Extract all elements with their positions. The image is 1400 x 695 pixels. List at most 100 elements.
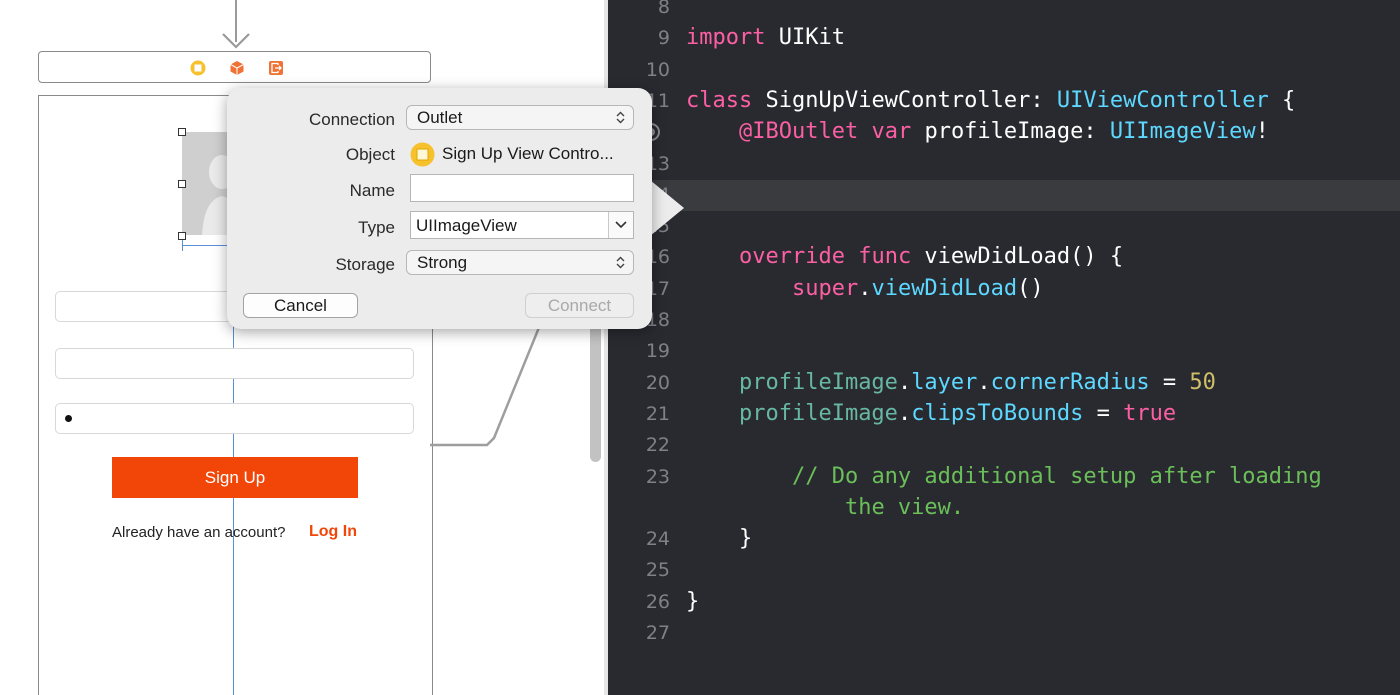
connect-button[interactable]: Connect — [525, 293, 634, 318]
code-token: profileImage — [738, 369, 898, 395]
code-line[interactable]: 15 — [608, 211, 1400, 242]
code-line[interactable]: 13 — [608, 149, 1400, 180]
popover-arrow — [650, 180, 684, 236]
code-token: () — [1017, 275, 1044, 301]
code-token: @IBOutlet — [738, 119, 859, 145]
resize-handle[interactable] — [178, 180, 186, 188]
code-text: profileImage.layer.cornerRadius = 50 — [686, 370, 1216, 395]
code-token: cornerRadius — [990, 369, 1150, 395]
code-token: override — [738, 244, 845, 270]
code-token: } — [686, 588, 700, 614]
already-have-account-label: Already have an account? — [112, 524, 286, 541]
name-input[interactable] — [410, 174, 634, 202]
line-number: 24 — [645, 528, 670, 551]
code-text: import UIKit — [686, 25, 845, 50]
code-line[interactable]: 17 super.viewDidLoad() — [608, 274, 1400, 305]
code-line[interactable]: 16 override func viewDidLoad() { — [608, 242, 1400, 273]
code-token: true — [1123, 400, 1177, 426]
code-line[interactable]: the view. — [608, 493, 1400, 524]
code-token: viewDidLoad — [871, 275, 1018, 301]
code-token: // Do any additional setup after loading — [791, 463, 1322, 489]
view-controller-icon — [410, 142, 435, 167]
line-number: 19 — [645, 340, 670, 363]
sign-up-button[interactable]: Sign Up — [112, 457, 358, 498]
code-text: profileImage.clipsToBounds = true — [686, 401, 1176, 426]
connection-select[interactable]: Outlet — [406, 105, 634, 130]
password-text-field[interactable] — [55, 403, 414, 434]
code-token: UIViewController — [1056, 87, 1269, 113]
code-line[interactable]: 27 — [608, 618, 1400, 649]
code-line[interactable]: 18 — [608, 305, 1400, 336]
code-line[interactable]: 22 — [608, 430, 1400, 461]
chevron-down-icon — [615, 221, 627, 229]
connection-value: Outlet — [417, 108, 463, 127]
line-number: 9 — [657, 27, 670, 50]
code-line[interactable]: 14 — [608, 179, 1400, 211]
code-token: SignUpViewController: — [752, 87, 1057, 113]
code-token: = — [1083, 400, 1124, 426]
code-token: var — [871, 119, 912, 145]
code-token: class — [686, 87, 753, 113]
code-token: { — [1268, 87, 1296, 113]
code-token: ! — [1255, 119, 1269, 145]
updown-chevron-icon — [616, 111, 625, 124]
code-line[interactable]: 19 — [608, 336, 1400, 367]
code-line[interactable]: 21 profileImage.clipsToBounds = true — [608, 399, 1400, 430]
code-token: . — [977, 369, 991, 395]
code-token: . — [897, 369, 912, 395]
email-text-field[interactable] — [55, 348, 414, 379]
code-line[interactable]: 10 — [608, 55, 1400, 86]
code-editor[interactable]: 8 9 import UIKit 10 11 class SignUpViewContro… — [608, 0, 1400, 695]
code-token: 50 — [1189, 369, 1216, 395]
code-line[interactable]: 23 // Do any additional setup after load… — [608, 462, 1400, 493]
code-token: UIImageView — [1109, 119, 1256, 145]
code-line[interactable]: 25 — [608, 555, 1400, 586]
code-text: // Do any additional setup after loading — [686, 464, 1322, 489]
storage-select[interactable]: Strong — [406, 250, 634, 275]
password-dot — [65, 415, 72, 422]
code-token: UIKit — [765, 25, 845, 51]
type-combobox[interactable]: UIImageView — [410, 211, 634, 239]
line-number: 21 — [645, 402, 670, 425]
code-text: @IBOutlet var profileImage: UIImageView! — [686, 119, 1269, 144]
code-text: class SignUpViewController: UIViewContro… — [686, 88, 1295, 113]
log-in-link[interactable]: Log In — [309, 523, 357, 541]
code-line[interactable]: 24 } — [608, 524, 1400, 555]
storage-value: Strong — [417, 253, 468, 272]
line-number: 23 — [645, 465, 670, 488]
entry-point-arrow-icon — [222, 33, 250, 49]
exit-icon[interactable] — [268, 60, 284, 76]
code-text: super.viewDidLoad() — [686, 276, 1044, 301]
view-controller-icon[interactable] — [190, 60, 206, 76]
line-number: 20 — [645, 371, 670, 394]
resize-handle[interactable] — [178, 128, 186, 136]
code-line[interactable]: 9 import UIKit — [608, 23, 1400, 54]
code-text: the view. — [686, 495, 964, 520]
type-value: UIImageView — [416, 216, 517, 235]
code-text: override func viewDidLoad() { — [686, 244, 1123, 269]
line-number: 22 — [645, 434, 670, 457]
connection-label: Connection — [308, 110, 395, 129]
object-label: Object — [345, 145, 395, 164]
resize-handle[interactable] — [178, 232, 186, 240]
line-number: 27 — [645, 622, 670, 644]
updown-chevron-icon — [616, 256, 625, 269]
code-token: super — [791, 275, 859, 301]
code-token: profileImage: — [911, 119, 1110, 145]
type-dropdown-button[interactable] — [608, 212, 633, 238]
code-line[interactable]: @IBOutlet var profileImage: UIImageView! — [608, 117, 1400, 148]
code-line[interactable]: 11 class SignUpViewController: UIViewCont… — [608, 86, 1400, 117]
code-line[interactable]: 26} — [608, 587, 1400, 618]
code-line[interactable]: 8 — [608, 0, 1400, 23]
code-line[interactable]: 20 profileImage.layer.cornerRadius = 50 — [608, 368, 1400, 399]
cancel-button[interactable]: Cancel — [243, 293, 358, 318]
first-responder-icon[interactable] — [229, 60, 245, 76]
